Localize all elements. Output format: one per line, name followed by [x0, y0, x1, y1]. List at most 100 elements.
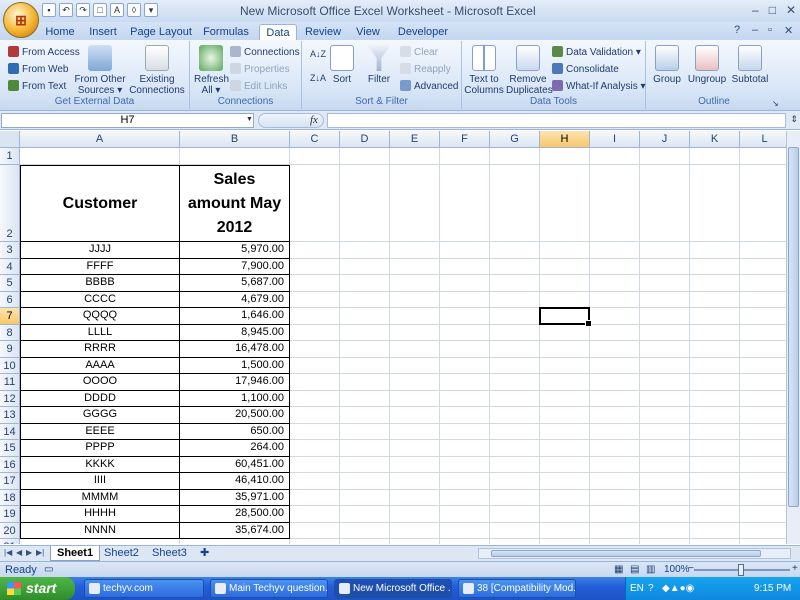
ribbon-minimize-icon[interactable]: – [752, 24, 758, 36]
taskbar-item-main-techyv[interactable]: Main Techyv question... [210, 579, 328, 598]
close-button[interactable]: ✕ [786, 3, 796, 17]
tab-page-layout[interactable]: Page Layout [130, 24, 192, 40]
column-header-b[interactable]: B [180, 131, 290, 148]
customer-cell[interactable]: KKKK [20, 456, 180, 473]
name-box[interactable]: H7 [1, 113, 254, 128]
zoom-level[interactable]: 100% [664, 564, 690, 575]
amount-cell[interactable]: 35,971.00 [180, 489, 290, 506]
tray-icons[interactable]: ◆▲●◉ [662, 583, 694, 594]
clear-filter-button[interactable]: Clear [400, 46, 438, 58]
consolidate-button[interactable]: Consolidate [552, 63, 619, 75]
from-access-button[interactable]: From Access [8, 46, 80, 58]
print-preview-icon[interactable]: ◊ [127, 3, 141, 17]
new-document-icon[interactable]: □ [93, 3, 107, 17]
ribbon-restore-icon[interactable]: ▫ [768, 24, 772, 36]
customer-cell[interactable]: MMMM [20, 489, 180, 506]
vertical-scrollbar[interactable] [786, 131, 800, 544]
outline-dialog-launcher-icon[interactable]: ↘ [772, 99, 779, 108]
row-header-11[interactable]: 11 [0, 374, 20, 391]
customer-cell[interactable]: BBBB [20, 275, 180, 292]
taskbar-item-compat[interactable]: 38 [Compatibility Mod... [458, 579, 576, 598]
prev-sheet-icon[interactable]: ◀ [16, 548, 22, 557]
from-web-button[interactable]: From Web [8, 63, 69, 75]
amount-cell[interactable]: 16,478.00 [180, 341, 290, 358]
from-text-button[interactable]: From Text [8, 80, 66, 92]
tab-review[interactable]: Review [302, 24, 344, 40]
column-header-h[interactable]: H [540, 131, 590, 148]
column-header-e[interactable]: E [390, 131, 440, 148]
sort-button[interactable]: Sort [328, 45, 356, 85]
macro-record-icon[interactable]: ▭ [44, 564, 53, 575]
column-header-j[interactable]: J [640, 131, 690, 148]
sheet-tab-sheet3[interactable]: Sheet3 [146, 546, 193, 561]
expand-formula-bar-icon[interactable]: ⇕ [790, 114, 798, 125]
normal-view-icon[interactable]: ▦ [614, 564, 623, 575]
column-header-i[interactable]: I [590, 131, 640, 148]
row-header-20[interactable]: 20 [0, 522, 20, 539]
refresh-all-button[interactable]: Refresh All ▾ [194, 45, 229, 96]
row-header-5[interactable]: 5 [0, 275, 20, 292]
customer-cell[interactable]: FFFF [20, 258, 180, 275]
connections-button[interactable]: Connections [230, 46, 300, 58]
sort-descending-button[interactable]: Z↓A [310, 73, 326, 83]
customer-cell[interactable]: NNNN [20, 522, 180, 539]
sheet-tab-sheet1[interactable]: Sheet1 [50, 546, 101, 561]
customer-cell[interactable]: CCCC [20, 291, 180, 308]
reapply-button[interactable]: Reapply [400, 63, 451, 75]
amount-cell[interactable]: 1,500.00 [180, 357, 290, 374]
row-header-1[interactable]: 1 [0, 148, 20, 165]
column-header-f[interactable]: F [440, 131, 490, 148]
customer-cell[interactable]: AAAA [20, 357, 180, 374]
last-sheet-icon[interactable]: ▶| [36, 548, 44, 557]
row-header-16[interactable]: 16 [0, 456, 20, 473]
amount-cell[interactable]: 35,674.00 [180, 522, 290, 539]
zoom-slider-knob[interactable] [738, 564, 744, 576]
horizontal-scrollbar[interactable] [478, 548, 791, 559]
row-header-9[interactable]: 9 [0, 341, 20, 358]
amount-cell[interactable]: 7,900.00 [180, 258, 290, 275]
row-header-10[interactable]: 10 [0, 357, 20, 374]
row-header-17[interactable]: 17 [0, 473, 20, 490]
taskbar-item-techyv[interactable]: techyv.com [84, 579, 204, 598]
select-all-corner[interactable] [0, 131, 20, 148]
column-header-a[interactable]: A [20, 131, 180, 148]
formula-input[interactable] [327, 113, 786, 128]
customer-cell[interactable]: QQQQ [20, 308, 180, 325]
column-header-l[interactable]: L [740, 131, 790, 148]
customer-cell[interactable]: GGGG [20, 407, 180, 424]
tab-formulas[interactable]: Formulas [200, 24, 252, 40]
name-box-dropdown-icon[interactable]: ▼ [246, 116, 253, 123]
tab-view[interactable]: View [350, 24, 386, 40]
vertical-scroll-thumb[interactable] [788, 147, 799, 507]
row-header-14[interactable]: 14 [0, 423, 20, 440]
amount-cell[interactable]: 28,500.00 [180, 506, 290, 523]
row-header-13[interactable]: 13 [0, 407, 20, 424]
edit-links-button[interactable]: Edit Links [230, 80, 287, 92]
row-header-15[interactable]: 15 [0, 440, 20, 457]
horizontal-scroll-thumb[interactable] [491, 550, 761, 557]
customer-cell[interactable]: HHHH [20, 506, 180, 523]
amount-cell[interactable]: 4,679.00 [180, 291, 290, 308]
office-button[interactable]: ⊞ [3, 2, 39, 38]
row-header-6[interactable]: 6 [0, 291, 20, 308]
customer-cell[interactable]: IIII [20, 473, 180, 490]
redo-icon[interactable]: ↷ [76, 3, 90, 17]
tab-home[interactable]: Home [41, 24, 79, 40]
row-header-7[interactable]: 7 [0, 308, 20, 325]
column-header-d[interactable]: D [340, 131, 390, 148]
customer-cell[interactable]: PPPP [20, 440, 180, 457]
customer-cell[interactable]: JJJJ [20, 242, 180, 259]
properties-button[interactable]: Properties [230, 63, 290, 75]
column-header-g[interactable]: G [490, 131, 540, 148]
insert-sheet-icon[interactable]: ✚ [194, 546, 215, 561]
sort-ascending-button[interactable]: A↓Z [310, 49, 326, 59]
data-validation-button[interactable]: Data Validation ▾ [552, 46, 641, 58]
help-icon[interactable]: ? [734, 24, 740, 36]
tab-developer[interactable]: Developer [394, 24, 452, 40]
ribbon-close-icon[interactable]: ✕ [784, 24, 793, 37]
row-header-19[interactable]: 19 [0, 506, 20, 523]
group-button[interactable]: Group [650, 45, 684, 85]
minimize-button[interactable]: – [752, 3, 759, 17]
from-other-sources-button[interactable]: From Other Sources ▾ [74, 45, 126, 96]
row-header-18[interactable]: 18 [0, 489, 20, 506]
